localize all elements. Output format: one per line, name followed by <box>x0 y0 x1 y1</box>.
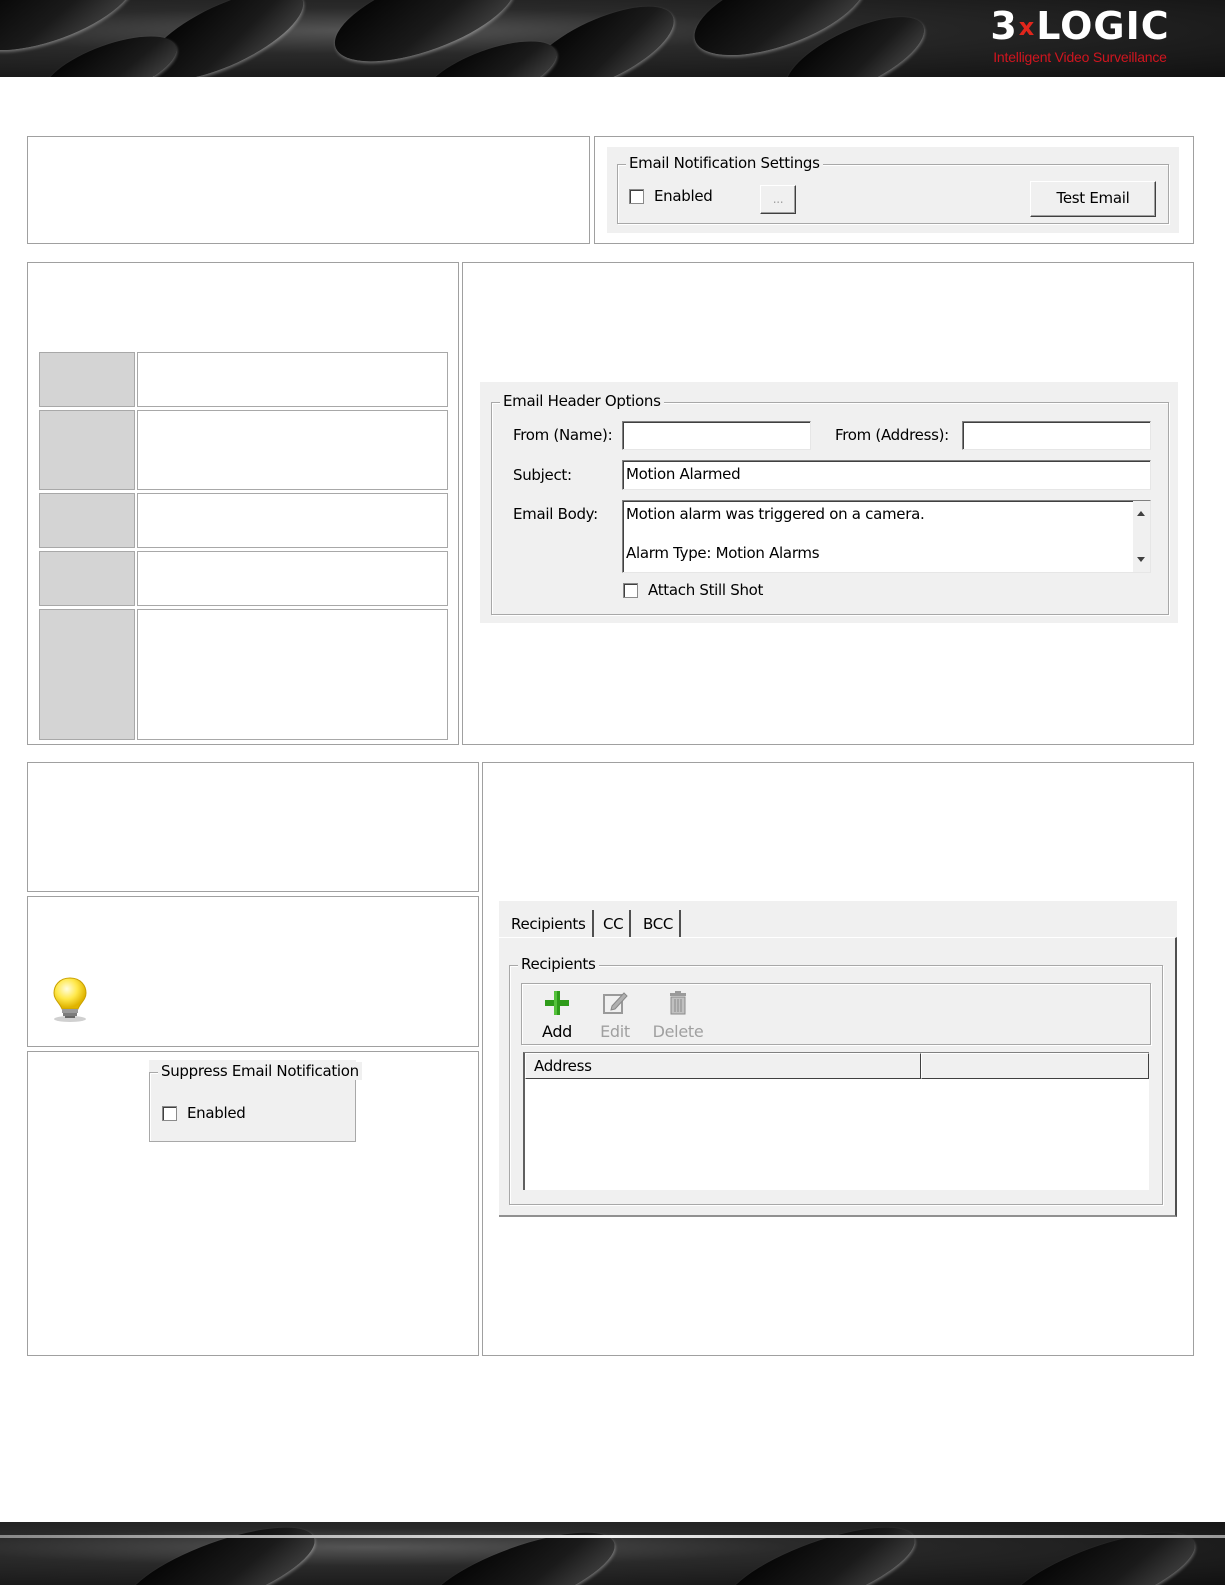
suppress-enabled-checkbox[interactable] <box>162 1106 177 1121</box>
table-label-cell <box>39 493 135 548</box>
banner-texture <box>115 1522 325 1585</box>
email-enabled-label: Enabled <box>654 187 713 205</box>
recipients-group-legend: Recipients <box>518 955 599 973</box>
tip-box <box>27 896 479 1047</box>
from-address-input[interactable] <box>962 421 1151 450</box>
description-box-header-options <box>27 262 459 745</box>
email-header-options-group: Email Header Options From (Name): From (… <box>491 392 1169 615</box>
tab-cc[interactable]: CC <box>603 910 632 938</box>
email-body-textarea[interactable]: Motion alarm was triggered on a camera. … <box>622 500 1151 573</box>
from-name-label: From (Name): <box>513 426 613 444</box>
suppress-email-notification-legend: Suppress Email Notification <box>158 1062 362 1080</box>
tab-bcc[interactable]: BCC <box>643 910 682 938</box>
email-body-line: Motion alarm was triggered on a camera. <box>626 505 925 523</box>
logo-wordmark-logic: LOGIC <box>1036 4 1170 48</box>
banner-texture <box>715 1522 925 1585</box>
delete-button-label: Delete <box>652 1022 704 1041</box>
email-enabled-checkbox[interactable] <box>629 189 644 204</box>
table-value-cell <box>137 352 448 407</box>
banner-texture <box>995 1522 1205 1585</box>
table-label-cell <box>39 609 135 740</box>
description-box-email-settings <box>27 136 590 244</box>
attach-still-shot-checkbox[interactable] <box>623 583 638 598</box>
edit-icon <box>603 992 628 1014</box>
subject-input[interactable]: Motion Alarmed <box>622 460 1151 490</box>
suppress-email-panel: Suppress Email Notification Enabled <box>149 1060 362 1142</box>
email-notification-settings-group: Email Notification Settings Enabled ... … <box>617 154 1169 224</box>
recipients-toolbar: Add Edit Delete <box>521 983 1151 1045</box>
edit-button-label: Edit <box>600 1022 630 1041</box>
table-value-cell <box>137 609 448 740</box>
table-label-cell <box>39 410 135 490</box>
extra-column-header[interactable] <box>921 1053 1149 1079</box>
screenshot-box-recipients: Recipients CC BCC Recipients Add Edit De… <box>482 762 1194 1356</box>
table-label-cell <box>39 352 135 407</box>
screenshot-box-email-settings: Email Notification Settings Enabled ... … <box>594 136 1194 244</box>
attach-still-shot-label: Attach Still Shot <box>648 581 764 599</box>
logo-wordmark-x: x <box>1018 13 1036 41</box>
recipients-panel: Recipients CC BCC Recipients Add Edit De… <box>499 901 1177 1217</box>
from-address-label: From (Address): <box>835 426 949 444</box>
add-button-label: Add <box>541 1022 573 1041</box>
company-logo: 3xLOGIC Intelligent Video Surveillance <box>975 4 1185 68</box>
tab-recipients[interactable]: Recipients <box>511 910 594 938</box>
delete-button[interactable]: Delete <box>648 990 708 1041</box>
table-value-cell <box>137 493 448 548</box>
subject-label: Subject: <box>513 466 572 484</box>
email-notification-panel: Email Notification Settings Enabled ... … <box>607 147 1179 233</box>
logo-wordmark: 3xLOGIC <box>975 4 1185 49</box>
screenshot-box-header-options: Email Header Options From (Name): From (… <box>462 262 1194 745</box>
recipients-address-list[interactable]: Address <box>523 1052 1149 1190</box>
email-body-line: Alarm Type: Motion Alarms <box>626 544 820 562</box>
description-box-suppress: Suppress Email Notification Enabled <box>27 1051 479 1356</box>
email-body-label: Email Body: <box>513 505 598 523</box>
scroll-down-icon[interactable] <box>1137 557 1145 562</box>
email-header-options-legend: Email Header Options <box>500 392 664 410</box>
add-button[interactable]: Add <box>532 990 582 1041</box>
email-settings-browse-button[interactable]: ... <box>760 185 796 214</box>
table-label-cell <box>39 551 135 606</box>
footer-banner <box>0 1522 1225 1585</box>
recipients-tab-page: Recipients Add Edit Delete Address <box>499 937 1177 1217</box>
edit-button[interactable]: Edit <box>590 990 640 1041</box>
email-header-panel: Email Header Options From (Name): From (… <box>480 382 1178 623</box>
scroll-up-icon[interactable] <box>1137 511 1145 516</box>
email-notification-settings-legend: Email Notification Settings <box>626 154 823 172</box>
logo-tagline: Intelligent Video Surveillance <box>993 49 1167 65</box>
banner-texture <box>415 1522 625 1585</box>
recipients-group: Recipients Add Edit Delete Address <box>509 955 1163 1205</box>
from-name-input[interactable] <box>622 421 811 450</box>
address-column-header[interactable]: Address <box>525 1053 921 1079</box>
description-box-recipients <box>27 762 479 892</box>
logo-wordmark-3: 3 <box>990 4 1018 48</box>
footer-divider <box>0 1535 1225 1538</box>
table-value-cell <box>137 551 448 606</box>
lightbulb-icon <box>53 977 87 1022</box>
trash-icon <box>670 991 686 1015</box>
header-banner: 3xLOGIC Intelligent Video Surveillance <box>0 0 1225 77</box>
plus-icon <box>545 991 569 1015</box>
suppress-email-notification-group: Suppress Email Notification Enabled <box>149 1062 362 1142</box>
table-value-cell <box>137 410 448 490</box>
suppress-enabled-label: Enabled <box>187 1104 246 1122</box>
email-body-scrollbar[interactable] <box>1133 501 1150 572</box>
test-email-button[interactable]: Test Email <box>1030 181 1156 217</box>
